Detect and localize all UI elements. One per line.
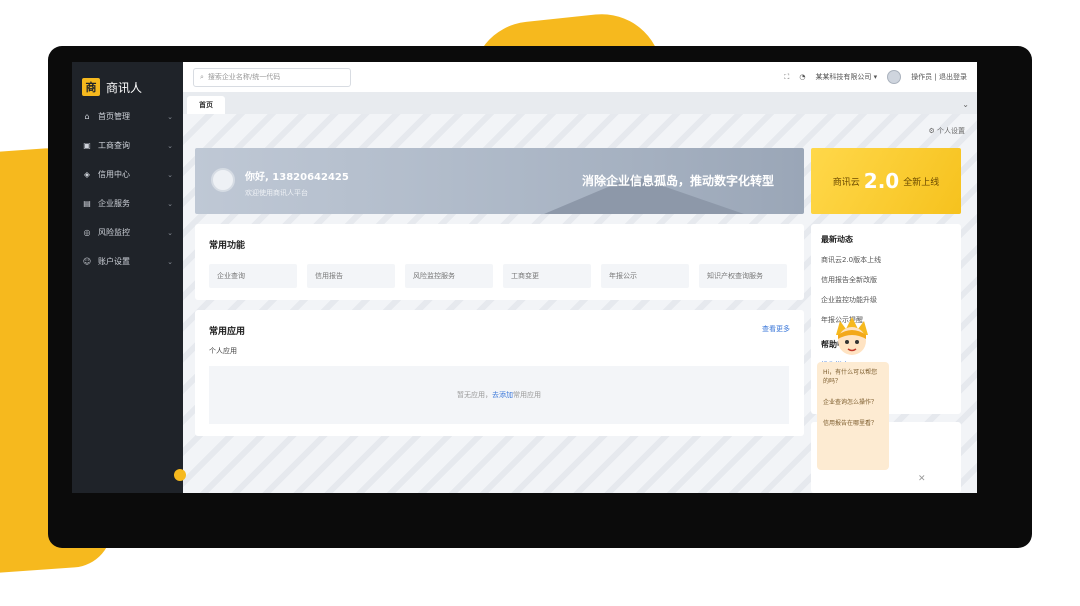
welcome-name: 你好, 13820642425 <box>245 172 349 183</box>
sidebar-item-4[interactable]: ◎ 风险监控 ⌄ <box>72 218 183 247</box>
shield-icon: ◈ <box>83 170 91 179</box>
assistant-bubble[interactable]: Hi，有什么可以帮您的吗？ 企业查询怎么操作？ 信用报告在哪里看？ <box>817 362 889 470</box>
sidebar-item-0[interactable]: ⌂ 首页管理 ⌄ <box>72 102 183 131</box>
settings-link[interactable]: ⚙ 个人设置 <box>928 126 965 136</box>
close-icon[interactable]: ✕ <box>918 474 926 484</box>
sidebar-item-label: 企业服务 <box>98 199 130 208</box>
search-input[interactable]: ⌕ 搜索企业名称/统一代码 <box>193 67 351 87</box>
top-bar: ⌕ 搜索企业名称/统一代码 ⛶ ◔ 某某科技有限公司 ▾ 操作员 | 退出登录 <box>183 62 977 92</box>
fullscreen-icon[interactable]: ⛶ <box>784 73 789 82</box>
collapse-handle[interactable] <box>174 469 186 481</box>
chevron-down-icon: ⌄ <box>167 199 173 208</box>
chevron-down-icon: ⌄ <box>167 112 173 121</box>
chevron-down-icon: ⌄ <box>167 170 173 179</box>
radar-icon: ◎ <box>83 228 91 237</box>
shortcut-item[interactable]: 信用报告 <box>307 264 395 288</box>
search-icon: ⌕ <box>200 72 204 81</box>
sidebar-item-label: 工商查询 <box>98 141 130 150</box>
mascot-avatar[interactable] <box>832 317 872 361</box>
chevron-down-icon[interactable]: ⌄ <box>962 100 969 109</box>
add-app-link[interactable]: 去添加 <box>492 390 513 400</box>
assistant-line[interactable]: 信用报告在哪里看？ <box>823 419 883 428</box>
assistant-line[interactable]: Hi，有什么可以帮您的吗？ <box>823 368 883 386</box>
shortcut-item[interactable]: 风险监控服务 <box>405 264 493 288</box>
welcome-banner: 你好, 13820642425 欢迎使用商讯人平台 消除企业信息孤岛，推动数字化… <box>195 148 804 214</box>
sidebar-item-5[interactable]: ☺ 账户设置 ⌄ <box>72 247 183 276</box>
quick-entry-card: 常用功能 企业查询 信用报告 风险监控服务 工商变更 年报公示 知识产权查询服务 <box>195 224 804 300</box>
logo[interactable]: 商 商讯人 <box>72 62 183 102</box>
search-placeholder: 搜索企业名称/统一代码 <box>207 73 281 81</box>
briefcase-icon: ▤ <box>83 199 91 208</box>
sidebar-item-label: 首页管理 <box>98 112 130 121</box>
promo-banner[interactable]: 商讯云 2.0 全新上线 <box>811 148 961 214</box>
news-item[interactable]: 商讯云2.0版本上线 <box>821 255 951 265</box>
promo-prefix: 商讯云 <box>832 177 860 188</box>
home-icon: ⌂ <box>84 112 90 121</box>
sidebar-item-3[interactable]: ▤ 企业服务 ⌄ <box>72 189 183 218</box>
welcome-subtitle: 欢迎使用商讯人平台 <box>245 189 308 197</box>
empty-prefix: 暂无应用， <box>457 391 492 399</box>
user-icon: ☺ <box>82 257 92 266</box>
chevron-down-icon: ⌄ <box>167 228 173 237</box>
logo-mark: 商 <box>82 78 100 96</box>
chevron-down-icon: ⌄ <box>167 141 173 150</box>
bell-icon[interactable]: ◔ <box>799 73 805 81</box>
user-avatar-icon <box>211 168 235 192</box>
promo-version: 2.0 <box>863 169 900 193</box>
apps-more-link[interactable]: 查看更多 <box>762 324 790 334</box>
shortcut-item[interactable]: 企业查询 <box>209 264 297 288</box>
tab-home[interactable]: 首页 <box>187 96 225 114</box>
app-name: 商讯人 <box>106 80 143 95</box>
sidebar-item-label: 账户设置 <box>98 257 130 266</box>
apps-subtitle: 个人应用 <box>209 347 237 355</box>
chevron-down-icon: ⌄ <box>167 257 173 266</box>
banner-slogan: 消除企业信息孤岛，推动数字化转型 <box>581 174 774 188</box>
tab-strip: 首页 ⌄ <box>183 92 977 114</box>
quick-entry-title: 常用功能 <box>209 241 246 251</box>
shortcut-item[interactable]: 年报公示 <box>601 264 689 288</box>
promo-suffix: 全新上线 <box>903 177 940 188</box>
sidebar-item-2[interactable]: ◈ 信用中心 ⌄ <box>72 160 183 189</box>
assistant-line[interactable]: 企业查询怎么操作？ <box>823 398 883 407</box>
sidebar: 商 商讯人 ⌂ 首页管理 ⌄ ▣ 工商查询 ⌄ ◈ 信用中心 ⌄ ▤ 企业服务 ⌄ ◎ 风险监控 ⌄ ☺ 账户设… <box>72 62 183 493</box>
news-item[interactable]: 企业监控功能升级 <box>821 295 951 305</box>
news-item[interactable]: 信用报告全新改版 <box>821 275 951 285</box>
shortcut-item[interactable]: 工商变更 <box>503 264 591 288</box>
user-menu[interactable]: 操作员 | 退出登录 <box>911 72 967 82</box>
sidebar-item-label: 风险监控 <box>98 228 130 237</box>
apps-card: 常用应用 查看更多 个人应用 暂无应用， 去添加 常用应用 <box>195 310 804 436</box>
building-icon: ▣ <box>83 141 91 150</box>
sidebar-item-label: 信用中心 <box>98 170 130 179</box>
empty-suffix: 常用应用 <box>513 391 541 399</box>
avatar[interactable] <box>887 70 902 84</box>
news-title: 最新动态 <box>821 235 853 244</box>
company-selector[interactable]: 某某科技有限公司 ▾ <box>815 72 877 82</box>
shortcut-item[interactable]: 知识产权查询服务 <box>699 264 787 288</box>
sidebar-item-1[interactable]: ▣ 工商查询 ⌄ <box>72 131 183 160</box>
apps-title: 常用应用 <box>209 327 246 337</box>
apps-empty-state: 暂无应用， 去添加 常用应用 <box>209 366 789 424</box>
